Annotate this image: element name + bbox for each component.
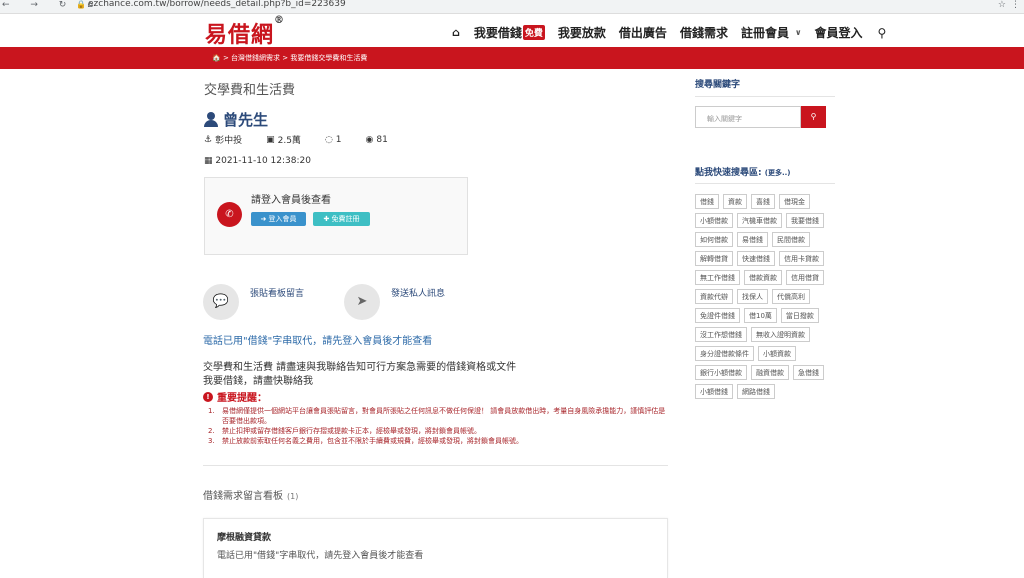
quick-search-tag[interactable]: 代償高利	[772, 289, 810, 304]
menu-login[interactable]: 會員登入	[814, 24, 862, 41]
quick-search-tag[interactable]: 沒工作想借錢	[695, 327, 747, 342]
view-count: 81	[376, 134, 388, 145]
free-badge: 免費	[522, 25, 545, 40]
warning-item: 1. 易借網僅提供一個網站平台讓會員張貼留言，對會員所張貼之任何訊息不做任何保證！…	[208, 407, 666, 425]
chevron-down-icon: ∨	[794, 28, 802, 37]
quick-search-tag[interactable]: 無工作借錢	[695, 270, 740, 285]
quick-search-tag[interactable]: 免證件借錢	[695, 308, 740, 323]
post-board-message[interactable]: 💬 張貼看板留言	[203, 284, 304, 320]
quick-search-tag[interactable]: 快速借錢	[737, 251, 775, 266]
user-name: 曾先生	[204, 109, 268, 130]
breadcrumb-bar: 🏠 > 台灣借錢網需求 > 我要借錢交學費和生活費	[0, 47, 1024, 69]
message-card[interactable]: 摩根融資貸款 電話已用"借錢"字串取代，請先登入會員後才能查看	[203, 518, 668, 578]
quick-search-tag[interactable]: 網路借錢	[737, 384, 775, 399]
post-datetime: ▦ 2021-11-10 12:38:20	[204, 156, 311, 166]
calendar-icon: ▦	[204, 156, 216, 166]
quick-search-tag[interactable]: 資款	[723, 194, 747, 209]
menu-lend[interactable]: 我要放款	[558, 24, 606, 41]
warning-item: 2. 禁止扣押或留存借錢客戶銀行存摺或提款卡正本，經檢舉或發現，將封鎖會員帳號。	[208, 427, 481, 435]
warning-item: 3. 禁止放款前索取任何名義之費用，包含並不限於手續費或規費，經檢舉或發現，將封鎖…	[208, 437, 523, 445]
top-navigation: 易借網® ⌂ 我要借錢 免費 我要放款 借出廣告 借錢需求 註冊會員 ∨ 會員登入 …	[0, 14, 1024, 49]
register-button[interactable]: ✚ 免費註冊	[313, 212, 370, 226]
quick-search-tags: 借錢 資款 喜錢 借現金小額借款 汽機車借款 我要借錢如何借款 易借錢 民間借款解轉借貸 快速借…	[695, 194, 835, 403]
quick-search-tag[interactable]: 民間借款	[772, 232, 810, 247]
quick-search-tag[interactable]: 我要借錢	[786, 213, 824, 228]
send-private-message[interactable]: ➤ 發送私人訊息	[344, 284, 445, 320]
board-heading: 借錢需求留言看板 (1)	[203, 491, 299, 502]
message-snippet: 電話已用"借錢"字串取代，請先登入會員後才能查看	[217, 551, 424, 561]
browser-menu-icon[interactable]: ⋮	[1011, 0, 1020, 10]
amount: 2.5萬	[277, 136, 301, 146]
message-title: 摩根融資貸款	[217, 533, 272, 543]
money-icon: ▣	[266, 134, 275, 145]
home-icon[interactable]: ⌂	[452, 26, 460, 39]
location-icon: ⚓	[204, 134, 213, 145]
paper-plane-icon: ➤	[344, 284, 380, 320]
menu-borrow-needs[interactable]: 借錢需求	[680, 24, 728, 41]
sidebar-search-title: 搜尋關鍵字	[695, 80, 741, 90]
phone-note: 電話已用"借錢"字串取代，請先登入會員後才能查看	[203, 336, 433, 347]
quick-search-tag[interactable]: 如何借款	[695, 232, 733, 247]
keyword-search-button[interactable]: ⚲	[801, 106, 826, 128]
more-link[interactable]: (更多..)	[765, 169, 791, 177]
main-menu: ⌂ 我要借錢 免費 我要放款 借出廣告 借錢需求 註冊會員 ∨ 會員登入 ⚲	[452, 24, 899, 41]
phone-icon: ✆	[217, 202, 242, 227]
quick-search-tag[interactable]: 銀行小額借款	[695, 365, 747, 380]
quick-search-tag[interactable]: 借款資款	[744, 270, 782, 285]
divider	[203, 465, 668, 466]
post-meta: ⚓ 彰中投 ▣ 2.5萬 ◌ 1 ◉ 81	[204, 133, 412, 147]
quick-search-tag[interactable]: 借10萬	[744, 308, 777, 323]
login-prompt: 請登入會員後查看	[251, 195, 331, 206]
login-button[interactable]: ➜ 登入會員	[251, 212, 306, 226]
quick-search-tag[interactable]: 身分證借款條件	[695, 346, 754, 361]
warning-list: 1. 易借網僅提供一個網站平台讓會員張貼留言，對會員所張貼之任何訊息不做任何保證！…	[206, 406, 671, 446]
bookmark-star-icon[interactable]: ☆	[998, 0, 1006, 10]
post-description: 交學費和生活費 請盡速與我聯絡告知可行方案急需要的借錢資格或文件 我要借錢，請盡…	[203, 362, 517, 387]
login-required-box: ✆ 請登入會員後查看 ➜ 登入會員 ✚ 免費註冊	[204, 177, 468, 255]
quick-search-tag[interactable]: 信用卡貸款	[779, 251, 824, 266]
quick-search-tag[interactable]: 找保人	[737, 289, 768, 304]
lock-icon: 🔒	[76, 0, 86, 9]
chat-bubble-icon: 💬	[203, 284, 239, 320]
quick-search-tag[interactable]: 喜錢	[751, 194, 775, 209]
quick-search-tag[interactable]: 小額借錢	[695, 384, 733, 399]
breadcrumb[interactable]: 🏠 > 台灣借錢網需求 > 我要借錢交學費和生活費	[212, 53, 367, 63]
warning-title: ! 重要提醒：	[203, 389, 267, 404]
reply-count: 1	[335, 134, 342, 145]
quick-search-tag[interactable]: 當日撥款	[780, 308, 819, 323]
quick-search-tag[interactable]: 借錢	[695, 194, 719, 209]
quick-search-tag[interactable]: 無收入證明資款	[751, 327, 810, 342]
quick-search-tag[interactable]: 小額資款	[758, 346, 796, 361]
quick-search-tag[interactable]: 解轉借貸	[695, 251, 733, 266]
divider	[695, 183, 835, 184]
search-icon[interactable]: ⚲	[877, 26, 886, 40]
user-icon	[204, 112, 218, 127]
keyword-input[interactable]: 輸入關鍵字	[695, 106, 801, 128]
info-icon: !	[203, 391, 213, 402]
menu-register[interactable]: 註冊會員 ∨	[741, 24, 802, 41]
browser-nav-icons[interactable]: ← → ↻ ⌂	[2, 0, 102, 10]
menu-borrow[interactable]: 我要借錢 免費	[474, 24, 545, 41]
quick-search-tag[interactable]: 汽機車借款	[737, 213, 782, 228]
divider	[695, 96, 835, 97]
browser-bar: ← → ↻ ⌂ 🔒 ezchance.com.tw/borrow/needs_d…	[0, 0, 1024, 14]
quick-search-tag[interactable]: 小額借款	[695, 213, 733, 228]
eye-icon: ◉	[365, 134, 374, 145]
quick-search-tag[interactable]: 借現金	[779, 194, 810, 209]
quick-search-tag[interactable]: 易借錢	[737, 232, 768, 247]
site-logo[interactable]: 易借網®	[205, 15, 285, 49]
page-title: 交學費和生活費	[204, 83, 296, 98]
menu-lending-ads[interactable]: 借出廣告	[619, 24, 667, 41]
quick-search-tag[interactable]: 信用借貸	[786, 270, 824, 285]
quick-search-title: 點我快速搜尋區: (更多..)	[695, 168, 791, 178]
quick-search-tag[interactable]: 急借錢	[793, 365, 824, 380]
address-bar[interactable]: ezchance.com.tw/borrow/needs_detail.php?…	[88, 0, 346, 9]
location: 彰中投	[215, 136, 243, 146]
quick-search-tag[interactable]: 融資借款	[751, 365, 789, 380]
comment-icon: ◌	[324, 134, 333, 145]
quick-search-tag[interactable]: 資款代辦	[695, 289, 733, 304]
